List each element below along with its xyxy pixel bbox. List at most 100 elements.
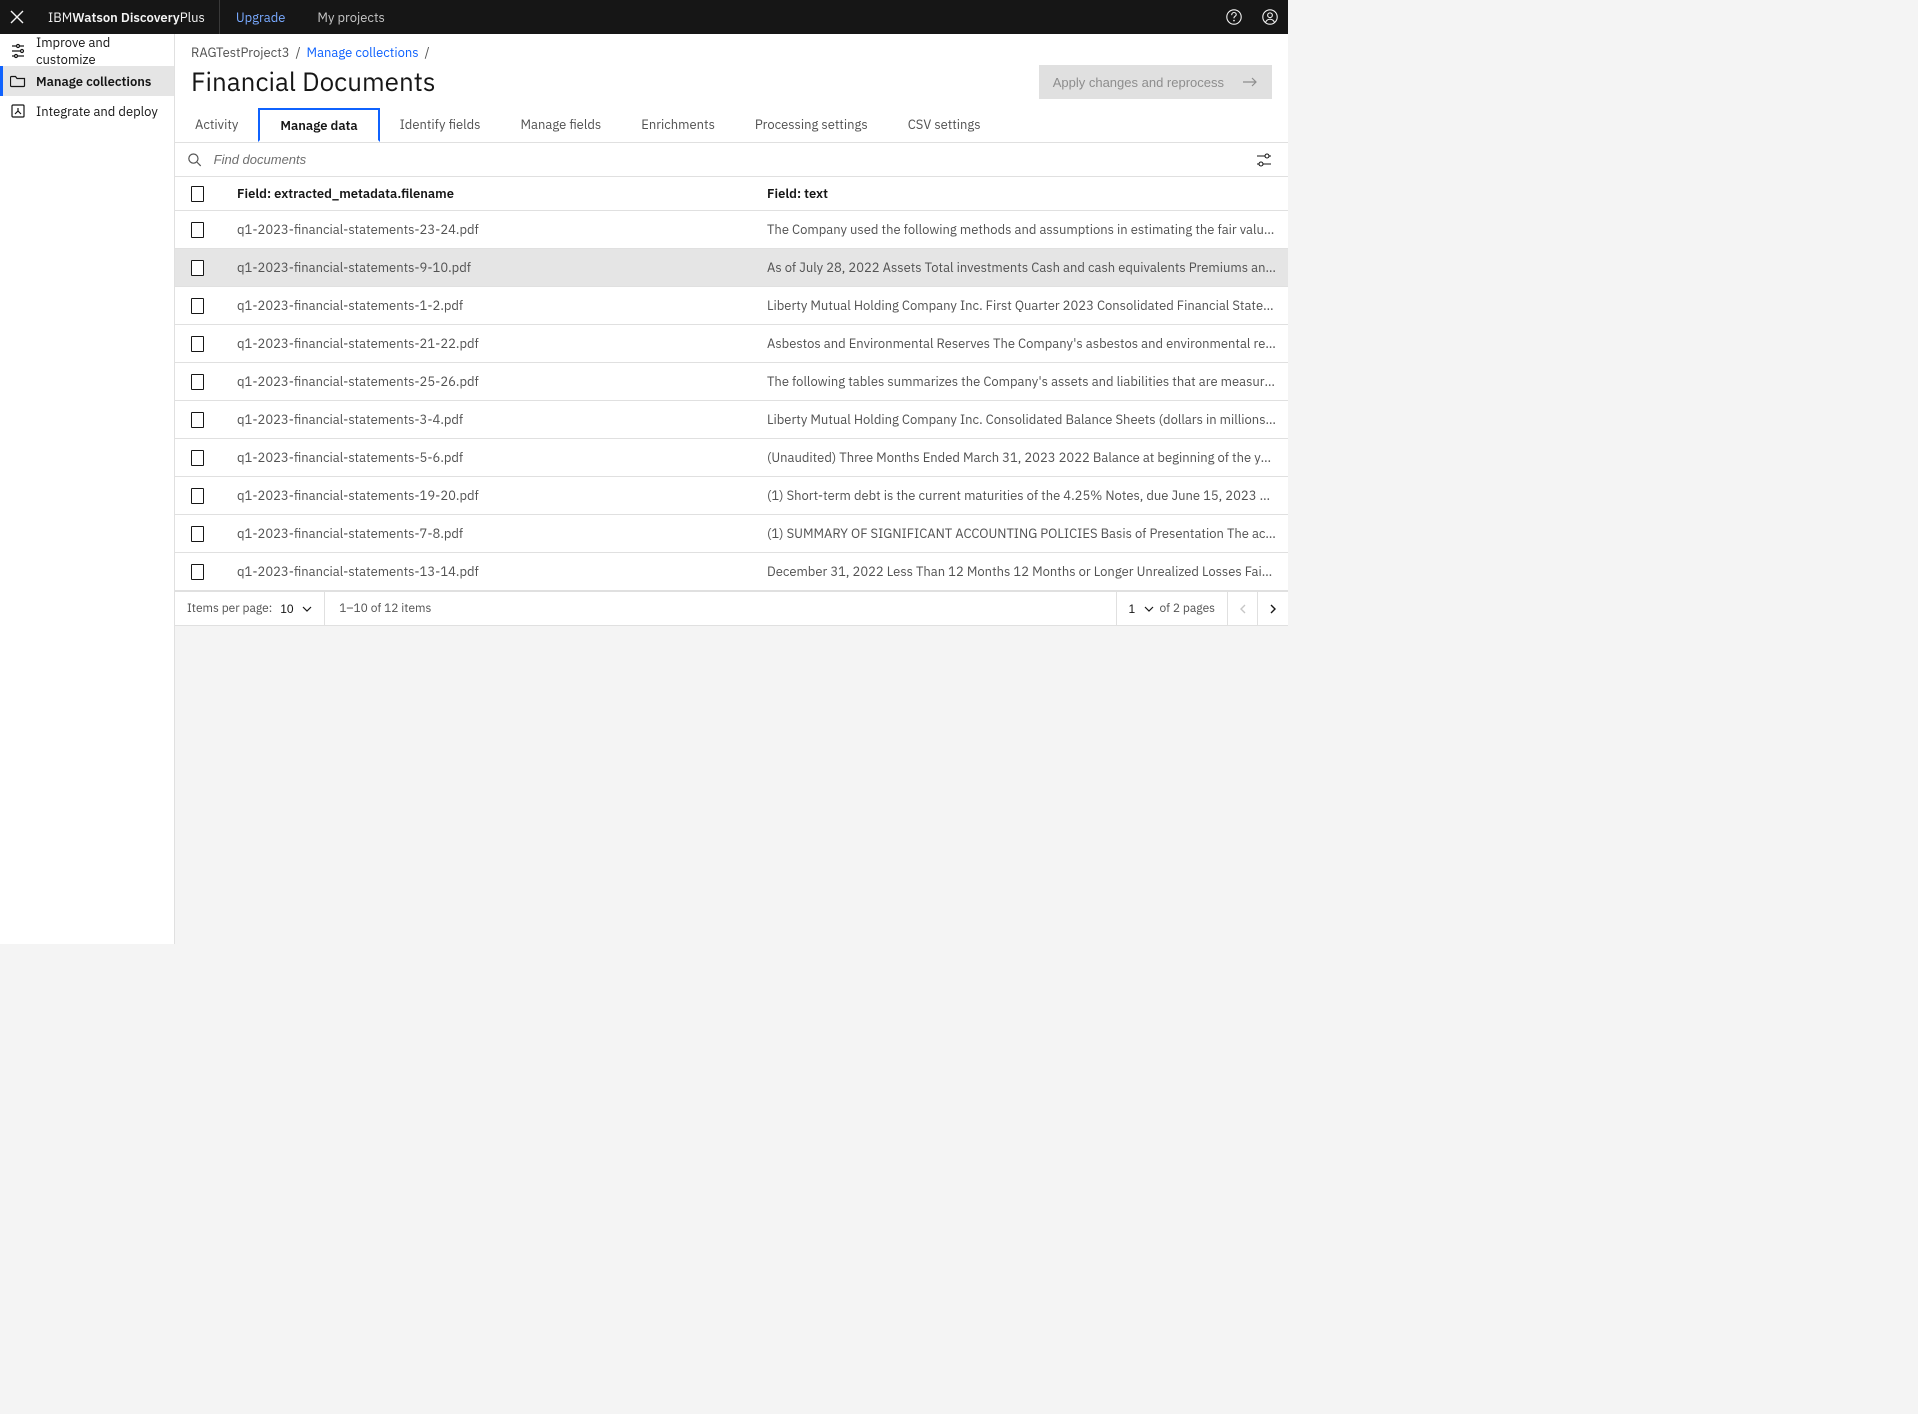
cell-text: December 31, 2022 Less Than 12 Months 12… <box>767 563 1276 580</box>
close-icon <box>10 10 24 24</box>
sidebar-item-manage-collections[interactable]: Manage collections <box>0 66 174 96</box>
table-row[interactable]: q1-2023-financial-statements-23-24.pdf Th… <box>175 211 1288 249</box>
breadcrumb-link[interactable]: Manage collections <box>307 44 419 61</box>
brand-prefix: IBM <box>48 9 72 26</box>
apply-button-label: Apply changes and reprocess <box>1053 75 1224 90</box>
search-input[interactable] <box>212 151 1252 168</box>
cell-text: Asbestos and Environmental Reserves The … <box>767 335 1276 352</box>
chevron-down-icon <box>302 606 312 612</box>
tab-manage-fields[interactable]: Manage fields <box>501 108 622 142</box>
cell-filename: q1-2023-financial-statements-5-6.pdf <box>217 449 757 466</box>
filter-button[interactable] <box>1252 148 1276 172</box>
breadcrumb-project: RAGTestProject3 <box>191 44 290 61</box>
table-row[interactable]: q1-2023-financial-statements-5-6.pdf (Una… <box>175 439 1288 477</box>
select-all-checkbox[interactable] <box>191 186 204 202</box>
deploy-icon <box>10 103 26 119</box>
of-pages-label: of 2 pages <box>1160 601 1215 616</box>
row-checkbox[interactable] <box>191 488 204 504</box>
settings-adjust-icon <box>1256 152 1272 168</box>
close-button[interactable] <box>0 0 34 34</box>
tab-enrichments[interactable]: Enrichments <box>621 108 735 142</box>
table-row[interactable]: q1-2023-financial-statements-9-10.pdf As … <box>175 249 1288 287</box>
pagination: Items per page: 10 1–10 of 12 items 1 of… <box>175 592 1288 626</box>
sidebar-item-integrate-and-deploy[interactable]: Integrate and deploy <box>0 96 174 126</box>
folder-icon <box>10 73 26 89</box>
prev-page-button[interactable] <box>1228 592 1258 625</box>
search-icon <box>187 152 202 167</box>
table-row[interactable]: q1-2023-financial-statements-19-20.pdf (1… <box>175 477 1288 515</box>
table-row[interactable]: q1-2023-financial-statements-21-22.pdf As… <box>175 325 1288 363</box>
cell-filename: q1-2023-financial-statements-21-22.pdf <box>217 335 757 352</box>
tab-csv-settings[interactable]: CSV settings <box>888 108 1001 142</box>
chevron-down-icon <box>1144 606 1154 612</box>
tab-identify-fields[interactable]: Identify fields <box>380 108 501 142</box>
range-label: 1–10 of 12 items <box>325 601 445 616</box>
row-checkbox[interactable] <box>191 298 204 314</box>
sidebar-item-label: Manage collections <box>36 73 151 90</box>
cell-filename: q1-2023-financial-statements-19-20.pdf <box>217 487 757 504</box>
ipp-label: Items per page: <box>187 601 272 616</box>
row-checkbox[interactable] <box>191 374 204 390</box>
tune-icon <box>10 43 26 59</box>
help-button[interactable] <box>1216 0 1252 34</box>
page-title: Financial Documents <box>191 65 436 99</box>
documents-table: Field: extracted_metadata.filename Field… <box>175 177 1288 592</box>
main: RAGTestProject3 / Manage collections / F… <box>175 34 1288 944</box>
cell-filename: q1-2023-financial-statements-7-8.pdf <box>217 525 757 542</box>
row-checkbox[interactable] <box>191 564 204 580</box>
cell-text: Liberty Mutual Holding Company Inc. Cons… <box>767 411 1276 428</box>
cell-text: As of July 28, 2022 Assets Total investm… <box>767 259 1276 276</box>
cell-text: (Unaudited) Three Months Ended March 31,… <box>767 449 1276 466</box>
row-checkbox[interactable] <box>191 336 204 352</box>
user-button[interactable] <box>1252 0 1288 34</box>
sidebar-item-label: Integrate and deploy <box>36 103 158 120</box>
arrow-right-icon <box>1242 76 1258 88</box>
row-checkbox[interactable] <box>191 222 204 238</box>
sidebar-item-improve-and-customize[interactable]: Improve and customize <box>0 36 174 66</box>
tab-activity[interactable]: Activity <box>175 108 258 142</box>
table-row[interactable]: q1-2023-financial-statements-13-14.pdf De… <box>175 553 1288 591</box>
cell-text: The Company used the following methods a… <box>767 221 1276 238</box>
table-row[interactable]: q1-2023-financial-statements-1-2.pdfLibe… <box>175 287 1288 325</box>
row-checkbox[interactable] <box>191 412 204 428</box>
cell-text: (1) Short-term debt is the current matur… <box>767 487 1276 504</box>
brand-bold: Watson Discovery <box>72 9 179 26</box>
row-checkbox[interactable] <box>191 526 204 542</box>
row-checkbox[interactable] <box>191 450 204 466</box>
user-icon <box>1261 8 1279 26</box>
ipp-select[interactable]: 10 <box>280 602 298 616</box>
caret-right-icon <box>1269 604 1277 614</box>
cell-filename: q1-2023-financial-statements-25-26.pdf <box>217 373 757 390</box>
tab-processing-settings[interactable]: Processing settings <box>735 108 888 142</box>
cell-text: The following tables summarizes the Comp… <box>767 373 1276 390</box>
cell-filename: q1-2023-financial-statements-3-4.pdf <box>217 411 757 428</box>
page-head: RAGTestProject3 / Manage collections / F… <box>175 34 1288 143</box>
brand: IBM Watson Discovery Plus <box>34 0 220 34</box>
brand-suffix: Plus <box>180 9 205 26</box>
search <box>187 151 1252 168</box>
nav-my-projects[interactable]: My projects <box>301 0 400 34</box>
cell-filename: q1-2023-financial-statements-9-10.pdf <box>217 259 757 276</box>
column-filename: Field: extracted_metadata.filename <box>217 185 757 202</box>
top-header: IBM Watson Discovery Plus Upgrade My pro… <box>0 0 1288 34</box>
breadcrumb: RAGTestProject3 / Manage collections / <box>191 44 1272 61</box>
cell-text: (1) SUMMARY OF SIGNIFICANT ACCOUNTING PO… <box>767 525 1276 542</box>
sidebar-item-label: Improve and customize <box>36 34 164 68</box>
tabs: ActivityManage dataIdentify fieldsManage… <box>175 107 1272 142</box>
cell-filename: q1-2023-financial-statements-1-2.pdf <box>217 297 757 314</box>
table-row[interactable]: q1-2023-financial-statements-25-26.pdf Th… <box>175 363 1288 401</box>
sidebar: Improve and customize Manage collections I… <box>0 34 175 944</box>
table-header: Field: extracted_metadata.filename Field… <box>175 177 1288 211</box>
table-row[interactable]: q1-2023-financial-statements-3-4.pdf Libe… <box>175 401 1288 439</box>
apply-reprocess-button[interactable]: Apply changes and reprocess <box>1039 65 1272 99</box>
tab-manage-data[interactable]: Manage data <box>258 108 379 142</box>
caret-left-icon <box>1239 604 1247 614</box>
page-select[interactable]: 1 <box>1129 602 1140 616</box>
cell-filename: q1-2023-financial-statements-23-24.pdf <box>217 221 757 238</box>
next-page-button[interactable] <box>1258 592 1288 625</box>
nav-upgrade[interactable]: Upgrade <box>220 0 302 34</box>
toolbar <box>175 143 1288 177</box>
row-checkbox[interactable] <box>191 260 204 276</box>
table-row[interactable]: q1-2023-financial-statements-7-8.pdf (1) … <box>175 515 1288 553</box>
cell-filename: q1-2023-financial-statements-13-14.pdf <box>217 563 757 580</box>
